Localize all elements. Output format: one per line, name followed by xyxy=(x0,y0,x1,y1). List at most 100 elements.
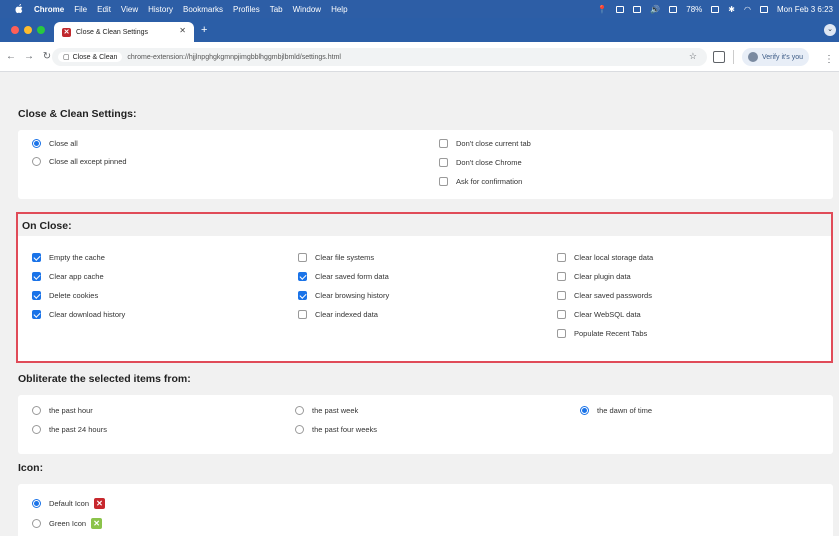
option-clear-browsing-history[interactable]: Clear browsing history xyxy=(298,291,389,300)
battery-percent[interactable]: 78% xyxy=(686,5,702,14)
option-past-24-hours[interactable]: the past 24 hours xyxy=(32,425,107,434)
extensions-icon[interactable] xyxy=(713,51,725,63)
option-label: Close all except pinned xyxy=(49,157,127,166)
verify-profile-button[interactable]: Verify it's you xyxy=(742,48,810,66)
checkbox-clear-saved-passwords[interactable] xyxy=(557,291,566,300)
option-empty-cache[interactable]: Empty the cache xyxy=(32,253,105,262)
option-clear-saved-passwords[interactable]: Clear saved passwords xyxy=(557,291,652,300)
menu-profiles[interactable]: Profiles xyxy=(233,5,260,14)
checkbox-clear-browsing-history[interactable] xyxy=(298,291,307,300)
radio-dawn-of-time[interactable] xyxy=(580,406,589,415)
verify-label: Verify it's you xyxy=(762,53,804,61)
pin-icon[interactable]: 📍 xyxy=(597,5,607,14)
chrome-menu-icon[interactable]: ⋮ xyxy=(824,54,834,65)
option-clear-download-history[interactable]: Clear download history xyxy=(32,310,125,319)
menu-edit[interactable]: Edit xyxy=(97,5,111,14)
checkbox-clear-local-storage[interactable] xyxy=(557,253,566,262)
option-close-all-except-pinned[interactable]: Close all except pinned xyxy=(32,157,127,166)
option-ask-for-confirmation[interactable]: Ask for confirmation xyxy=(439,177,522,186)
back-icon[interactable]: ← xyxy=(4,51,18,62)
menu-help[interactable]: Help xyxy=(331,5,347,14)
option-dawn-of-time[interactable]: the dawn of time xyxy=(580,406,652,415)
checkbox-clear-app-cache[interactable] xyxy=(32,272,41,281)
wifi-icon[interactable]: ◠ xyxy=(744,5,751,14)
checkbox-dont-close-chrome[interactable] xyxy=(439,158,448,167)
option-clear-saved-form-data[interactable]: Clear saved form data xyxy=(298,272,389,281)
toolbar-right: Verify it's you xyxy=(713,48,810,66)
window-controls xyxy=(11,26,45,34)
checkbox-populate-recent-tabs[interactable] xyxy=(557,329,566,338)
option-past-four-weeks[interactable]: the past four weeks xyxy=(295,425,377,434)
menu-tab[interactable]: Tab xyxy=(270,5,283,14)
option-past-hour[interactable]: the past hour xyxy=(32,406,93,415)
option-clear-indexed-data[interactable]: Clear indexed data xyxy=(298,310,378,319)
option-green-icon[interactable]: Green Icon ✕ xyxy=(32,518,103,529)
volume-icon[interactable]: 🔊 xyxy=(650,5,660,14)
battery-icon[interactable] xyxy=(711,5,720,13)
apple-icon[interactable] xyxy=(14,4,24,14)
radio-past-hour[interactable] xyxy=(32,406,41,415)
option-label: the dawn of time xyxy=(597,406,653,415)
bookmark-star-icon[interactable]: ☆ xyxy=(689,51,697,62)
checkbox-clear-saved-form-data[interactable] xyxy=(298,272,307,281)
checkbox-clear-websql-data[interactable] xyxy=(557,310,566,319)
menu-view[interactable]: View xyxy=(121,5,138,14)
option-close-all[interactable]: Close all xyxy=(32,139,78,148)
radio-default-icon[interactable] xyxy=(32,499,41,508)
radio-green-icon[interactable] xyxy=(32,519,41,528)
checkbox-clear-file-systems[interactable] xyxy=(298,253,307,262)
option-dont-close-chrome[interactable]: Don't close Chrome xyxy=(439,158,522,167)
checkbox-clear-indexed-data[interactable] xyxy=(298,310,307,319)
address-bar[interactable]: ▢ Close & Clean chrome-extension://hjjln… xyxy=(52,48,707,66)
extension-chip[interactable]: ▢ Close & Clean xyxy=(58,52,123,62)
radio-past-four-weeks[interactable] xyxy=(295,425,304,434)
checkbox-clear-download-history[interactable] xyxy=(32,310,41,319)
option-clear-file-systems[interactable]: Clear file systems xyxy=(298,253,374,262)
menu-chrome[interactable]: Chrome xyxy=(34,5,64,14)
option-dont-close-current-tab[interactable]: Don't close current tab xyxy=(439,139,531,148)
checkbox-ask-for-confirmation[interactable] xyxy=(439,177,448,186)
option-clear-local-storage[interactable]: Clear local storage data xyxy=(557,253,653,262)
minimize-window-button[interactable] xyxy=(24,26,32,34)
close-tab-icon[interactable]: ✕ xyxy=(179,26,186,35)
option-populate-recent-tabs[interactable]: Populate Recent Tabs xyxy=(557,329,647,338)
menu-bookmarks[interactable]: Bookmarks xyxy=(183,5,223,14)
menu-file[interactable]: File xyxy=(74,5,87,14)
option-delete-cookies[interactable]: Delete cookies xyxy=(32,291,98,300)
option-label: Clear app cache xyxy=(49,272,104,281)
checkbox-empty-cache[interactable] xyxy=(32,253,41,262)
close-window-button[interactable] xyxy=(11,26,19,34)
settings-title: Close & Clean Settings: xyxy=(18,108,137,120)
tab-close-clean-settings[interactable]: ✕ Close & Clean Settings ✕ xyxy=(54,22,194,42)
status-icon[interactable] xyxy=(616,5,625,13)
clock[interactable]: Mon Feb 3 6:23 xyxy=(777,5,833,14)
radio-close-all-except-pinned[interactable] xyxy=(32,157,41,166)
radio-close-all[interactable] xyxy=(32,139,41,148)
new-tab-icon[interactable]: + xyxy=(201,24,207,36)
option-clear-websql-data[interactable]: Clear WebSQL data xyxy=(557,310,641,319)
bluetooth-icon[interactable]: ✱ xyxy=(728,5,735,14)
on-close-header xyxy=(18,214,831,236)
menu-history[interactable]: History xyxy=(148,5,173,14)
option-label: Clear indexed data xyxy=(315,310,378,319)
option-label: Default Icon xyxy=(49,499,90,508)
icon-card: Default Icon ✕ Green Icon ✕ xyxy=(18,484,833,536)
option-clear-plugin-data[interactable]: Clear plugin data xyxy=(557,272,631,281)
zoom-window-button[interactable] xyxy=(37,26,45,34)
display-icon[interactable] xyxy=(669,5,678,13)
control-center-icon[interactable] xyxy=(759,5,768,13)
url-text[interactable]: chrome-extension://hjjlnpghgkgmnpjimgbbl… xyxy=(127,54,341,61)
option-clear-app-cache[interactable]: Clear app cache xyxy=(32,272,104,281)
status-icon[interactable] xyxy=(633,5,642,13)
option-past-week[interactable]: the past week xyxy=(295,406,358,415)
option-label: Delete cookies xyxy=(49,291,99,300)
menu-window[interactable]: Window xyxy=(293,5,321,14)
forward-icon[interactable]: → xyxy=(22,51,36,62)
checkbox-dont-close-current-tab[interactable] xyxy=(439,139,448,148)
radio-past-24-hours[interactable] xyxy=(32,425,41,434)
radio-past-week[interactable] xyxy=(295,406,304,415)
checkbox-clear-plugin-data[interactable] xyxy=(557,272,566,281)
option-default-icon[interactable]: Default Icon ✕ xyxy=(32,498,106,509)
checkbox-delete-cookies[interactable] xyxy=(32,291,41,300)
tab-search-icon[interactable]: ⌄ xyxy=(824,24,836,36)
